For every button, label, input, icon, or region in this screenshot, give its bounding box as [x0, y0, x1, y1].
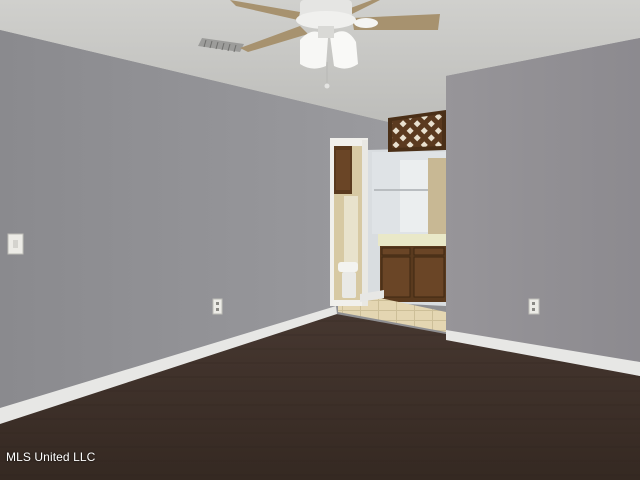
watermark: MLS United LLC — [6, 450, 96, 464]
vanity-countertop — [378, 234, 446, 246]
room-photo: MLS United LLC — [0, 0, 640, 480]
power-outlet-icon — [528, 298, 540, 315]
right-wall — [446, 38, 640, 366]
light-switch-icon — [7, 233, 24, 255]
power-outlet-icon — [212, 298, 223, 315]
room-scene — [0, 0, 640, 480]
doorway — [330, 138, 368, 306]
